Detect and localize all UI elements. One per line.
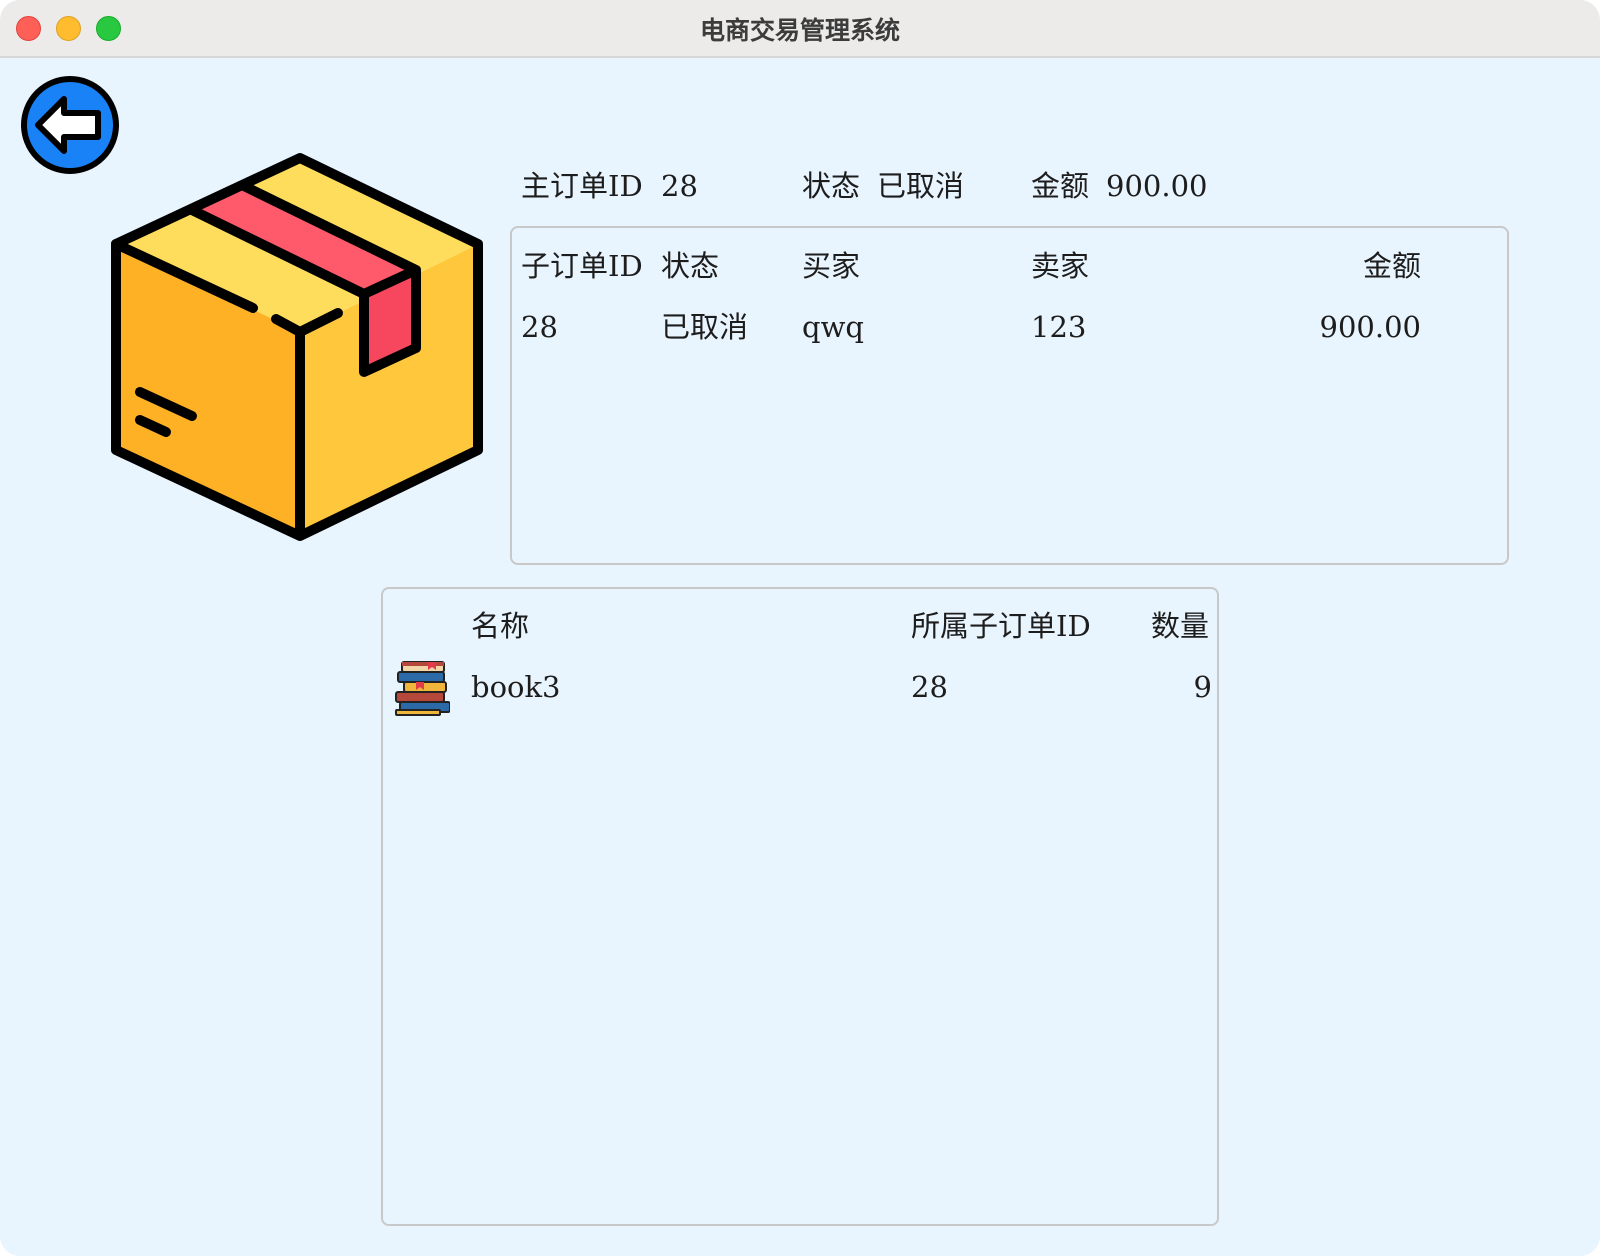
window-title: 电商交易管理系统 [699, 16, 900, 45]
title-bar: 电商交易管理系统 [0, 0, 1600, 58]
main-order-amount-label: 金额 [1031, 169, 1090, 203]
items-header-quantity: 数量 [1151, 609, 1210, 643]
back-arrow-icon [21, 76, 119, 174]
sub-order-header-amount: 金额 [1362, 249, 1421, 283]
main-order-status-label: 状态 [802, 169, 861, 203]
item-name-cell: book3 [471, 670, 561, 704]
sub-order-status-cell: 已取消 [661, 310, 749, 344]
sub-order-header-seller: 卖家 [1031, 249, 1090, 283]
items-header-name: 名称 [471, 609, 530, 643]
books-stack-icon [392, 658, 451, 716]
sub-order-id-cell: 28 [521, 310, 558, 344]
back-button[interactable] [20, 75, 120, 175]
sub-order-seller-cell: 123 [1031, 310, 1087, 344]
main-order-id-value: 28 [661, 169, 698, 203]
sub-order-header-buyer: 买家 [802, 249, 861, 283]
sub-order-header-id: 子订单ID [521, 249, 643, 283]
package-box-icon [108, 152, 494, 558]
main-order-id-label: 主订单ID [521, 169, 643, 203]
app-window: 电商交易管理系统 主订单ID 28 状态 已取消 金额 900.00 子订单ID… [0, 0, 1600, 1256]
sub-order-header-status: 状态 [661, 249, 720, 283]
main-order-status-value: 已取消 [877, 169, 965, 203]
sub-order-buyer-cell: qwq [802, 310, 864, 344]
item-quantity-cell: 9 [1193, 670, 1212, 704]
items-header-sub-order-id: 所属子订单ID [911, 609, 1091, 643]
sub-order-amount-cell: 900.00 [1319, 310, 1421, 344]
item-sub-order-id-cell: 28 [911, 670, 948, 704]
main-order-amount-value: 900.00 [1106, 169, 1208, 203]
